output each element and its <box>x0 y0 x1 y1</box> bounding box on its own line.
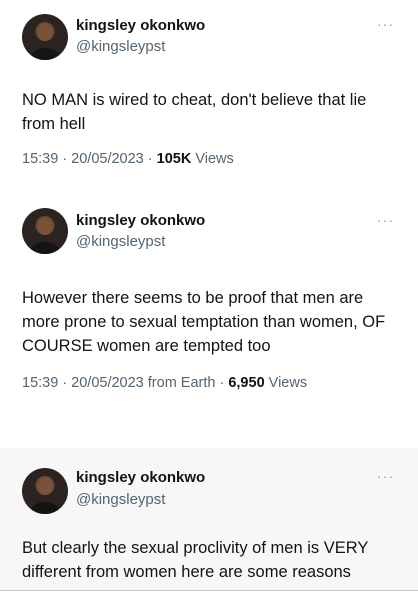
tweet-card: kingsley okonkwo @kingsleypst ··· NO MAN… <box>0 0 418 190</box>
more-options-icon[interactable]: ··· <box>377 212 394 228</box>
tweet-card: kingsley okonkwo @kingsleypst ··· But cl… <box>0 448 418 590</box>
more-options-icon[interactable]: ··· <box>377 16 394 32</box>
author-handle[interactable]: @kingsleypst <box>76 233 165 250</box>
author-name[interactable]: kingsley okonkwo <box>76 469 205 486</box>
author-name[interactable]: kingsley okonkwo <box>76 17 205 34</box>
avatar[interactable] <box>22 14 68 60</box>
author-handle[interactable]: @kingsleypst <box>76 491 165 508</box>
tweet-card: kingsley okonkwo @kingsleypst ··· Howeve… <box>0 196 418 432</box>
view-count: 6,950 <box>228 375 265 391</box>
author-name[interactable]: kingsley okonkwo <box>76 212 205 229</box>
avatar[interactable] <box>22 208 68 254</box>
tweet-text: But clearly the sexual proclivity of men… <box>22 539 369 581</box>
tweet-text: NO MAN is wired to cheat, don't believe … <box>22 91 367 133</box>
more-options-icon[interactable]: ··· <box>377 468 394 484</box>
author-handle[interactable]: @kingsleypst <box>76 38 165 55</box>
views-label: Views <box>191 151 234 167</box>
avatar[interactable] <box>22 468 68 514</box>
tweet-meta: 15:39 · 20/05/2023 from Earth · 6,950 Vi… <box>22 375 307 391</box>
tweet-meta: 15:39 · 20/05/2023 · 105K Views <box>22 151 234 167</box>
tweet-timestamp[interactable]: 15:39 · 20/05/2023 · <box>22 151 157 167</box>
tweet-text: However there seems to be proof that men… <box>22 289 386 355</box>
view-count: 105K <box>156 151 192 167</box>
views-label: Views <box>264 375 308 391</box>
divider <box>0 590 418 591</box>
tweet-timestamp[interactable]: 15:39 · 20/05/2023 from Earth · <box>22 375 228 391</box>
